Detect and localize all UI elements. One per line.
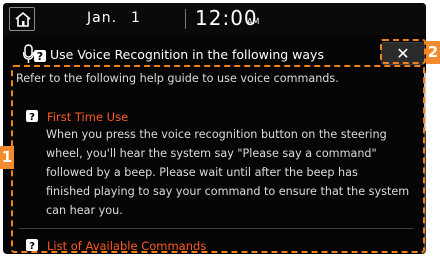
voice-help-icon: ?: [23, 44, 46, 63]
home-icon: [15, 11, 31, 27]
callout-badge-2: 2: [426, 41, 440, 64]
close-highlight-frame: [380, 39, 426, 64]
status-bar: Jan. 1 12:00 AM: [3, 3, 426, 35]
status-divider: [185, 9, 186, 29]
content-highlight-frame: [11, 65, 425, 253]
header-title: Use Voice Recognition in the following w…: [50, 47, 324, 62]
clock-ampm: AM: [247, 17, 260, 26]
svg-text:?: ?: [37, 50, 43, 63]
callout-badge-1: 1: [0, 146, 14, 169]
help-header: ? Use Voice Recognition in the following…: [3, 41, 426, 67]
date-month: Jan.: [87, 10, 118, 26]
home-button[interactable]: [9, 7, 35, 31]
date-day: 1: [131, 10, 140, 26]
